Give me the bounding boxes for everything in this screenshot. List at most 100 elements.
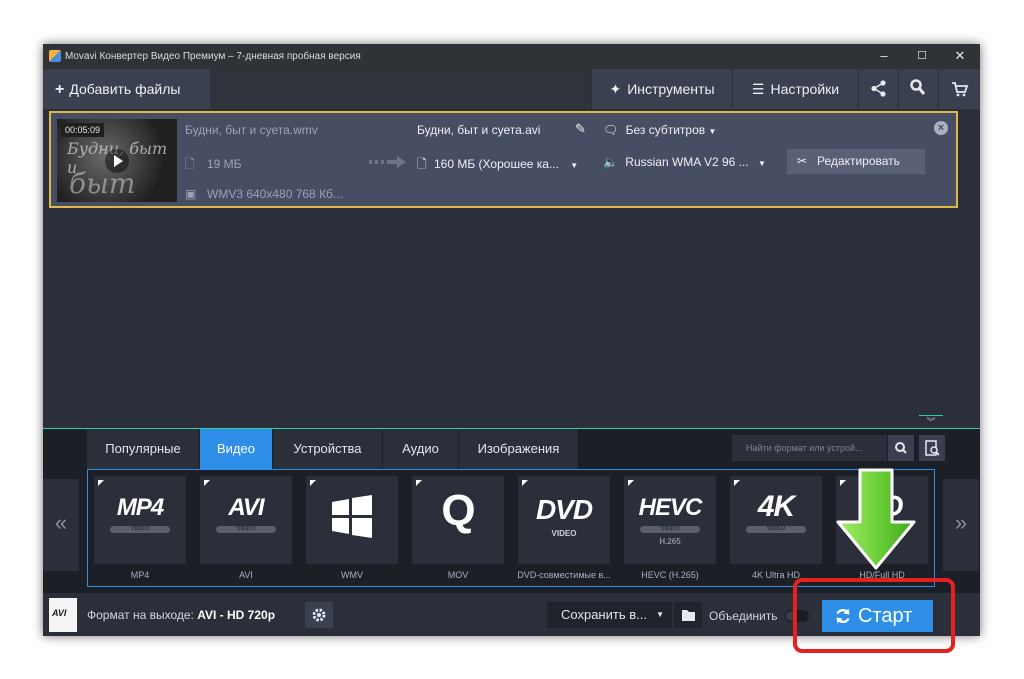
output-filename: Будни, быт и суета.avi bbox=[417, 123, 541, 137]
minimize-button[interactable]: – bbox=[865, 44, 903, 69]
format-tile-mov[interactable]: Q bbox=[412, 476, 504, 564]
play-icon[interactable] bbox=[105, 149, 129, 173]
share-button[interactable] bbox=[858, 69, 898, 109]
open-folder-button[interactable] bbox=[674, 602, 702, 628]
folder-icon bbox=[682, 610, 695, 621]
output-size-dropdown[interactable]: 🗋 160 МБ (Хорошее ка... ▼ bbox=[417, 155, 578, 176]
thumbnail-text-large: быт bbox=[69, 167, 136, 200]
gear-icon bbox=[312, 608, 326, 622]
video-badge: VIDEO bbox=[216, 526, 276, 533]
video-badge: VIDEO bbox=[746, 526, 806, 533]
format-tile-4k[interactable]: 4K VIDEO bbox=[730, 476, 822, 564]
file-icon: 🗋 bbox=[185, 157, 195, 171]
cart-button[interactable] bbox=[938, 69, 980, 109]
scroll-left-icon[interactable]: « bbox=[43, 479, 79, 571]
scroll-right-icon[interactable]: » bbox=[943, 479, 979, 571]
format-tile-dvd[interactable]: DVD VIDEO bbox=[518, 476, 610, 564]
video-thumbnail[interactable]: Будни, быт и быт 00:05:09 bbox=[57, 119, 177, 202]
save-to-label: Сохранить в... bbox=[561, 607, 647, 622]
format-tile-wmv[interactable] bbox=[306, 476, 398, 564]
menu-icon: ☰ bbox=[751, 81, 765, 97]
audio-track-value: Russian WMA V2 96 ... bbox=[625, 155, 749, 169]
cart-icon bbox=[952, 82, 969, 97]
output-size-value: 160 МБ (Хорошее ка... bbox=[434, 157, 559, 171]
format-search-input[interactable]: Найти формат или устрой... bbox=[732, 435, 887, 461]
format-tiles: MP4 VIDEO MP4 AVI VIDEO AVI WMV Q MOV DV… bbox=[87, 469, 935, 587]
output-format-label: Формат на выходе: bbox=[87, 608, 194, 622]
chevron-down-icon: ▼ bbox=[758, 159, 766, 168]
save-to-dropdown[interactable]: Сохранить в... ▼ bbox=[547, 602, 672, 628]
search-button[interactable] bbox=[888, 435, 914, 461]
edit-button[interactable]: ✂ Редактировать bbox=[787, 149, 925, 174]
tab-popular[interactable]: Популярные bbox=[87, 429, 200, 469]
device-search-icon bbox=[925, 440, 940, 456]
corner-marker bbox=[204, 480, 210, 486]
format-label-mov: MOV bbox=[447, 570, 469, 580]
maximize-button[interactable]: ☐ bbox=[903, 44, 941, 69]
audio-track-dropdown[interactable]: 🔈 Russian WMA V2 96 ... ▼ bbox=[603, 155, 766, 169]
corner-marker bbox=[628, 480, 634, 486]
format-label-avi: AVI bbox=[239, 570, 253, 580]
settings-button[interactable]: ☰ Настройки bbox=[732, 69, 858, 109]
search-icon bbox=[895, 442, 907, 454]
app-logo-icon bbox=[49, 50, 61, 62]
title-bar: Movavi Конвертер Видео Премиум – 7-дневн… bbox=[43, 44, 980, 69]
rename-pencil-icon[interactable]: ✎ bbox=[575, 121, 586, 137]
output-format-icon bbox=[49, 598, 77, 632]
tab-video[interactable]: Видео bbox=[200, 429, 273, 469]
arrow-right-icon bbox=[369, 156, 406, 168]
h265-badge: H.265 bbox=[659, 537, 681, 546]
tab-audio[interactable]: Аудио bbox=[383, 429, 459, 469]
format-tile-hevc[interactable]: HEVC VIDEO H.265 bbox=[624, 476, 716, 564]
collapse-panel-icon[interactable]: ︾ bbox=[919, 415, 943, 429]
output-settings-button[interactable] bbox=[305, 602, 333, 628]
output-format: Формат на выходе: AVI - HD 720p bbox=[87, 608, 275, 622]
file-row[interactable]: Будни, быт и быт 00:05:09 Будни, быт и с… bbox=[49, 111, 958, 208]
chevron-down-icon: ▼ bbox=[656, 610, 664, 619]
tools-label: Инструменты bbox=[627, 81, 715, 97]
format-label-hevc: HEVC (H.265) bbox=[641, 570, 699, 580]
add-files-label: Добавить файлы bbox=[69, 81, 181, 97]
video-badge: VIDEO bbox=[640, 526, 700, 533]
film-icon: ▣ bbox=[185, 187, 197, 201]
windows-logo-icon bbox=[332, 495, 372, 538]
edit-label: Редактировать bbox=[817, 154, 900, 168]
wrench-icon bbox=[910, 79, 926, 95]
file-icon: 🗋 bbox=[417, 157, 427, 171]
close-button[interactable]: ✕ bbox=[941, 44, 979, 69]
remove-file-icon[interactable]: × bbox=[934, 121, 948, 135]
subtitles-value: Без субтитров bbox=[625, 123, 706, 137]
duration-badge: 00:05:09 bbox=[61, 123, 105, 137]
format-tile-mp4[interactable]: MP4 VIDEO bbox=[94, 476, 186, 564]
settings-label: Настройки bbox=[770, 81, 840, 97]
mp4-logo: MP4 bbox=[116, 494, 164, 521]
share-icon bbox=[871, 80, 886, 97]
format-label-dvd: DVD-совместимые в... bbox=[517, 570, 611, 580]
green-arrow-annotation bbox=[836, 468, 916, 570]
merge-label: Объединить bbox=[709, 609, 778, 623]
tab-images[interactable]: Изображения bbox=[459, 429, 579, 469]
dvd-logo: DVD bbox=[535, 494, 593, 525]
format-tile-avi[interactable]: AVI VIDEO bbox=[200, 476, 292, 564]
add-files-button[interactable]: + Добавить файлы bbox=[43, 69, 210, 109]
scissors-icon: ✂ bbox=[797, 154, 808, 168]
source-size: 🗋 19 МБ bbox=[185, 155, 242, 176]
speaker-icon: 🔈 bbox=[603, 155, 618, 169]
device-detect-button[interactable] bbox=[919, 435, 945, 461]
avi-logo: AVI bbox=[228, 494, 264, 521]
source-info: ▣ WMV3 640x480 768 Кб... bbox=[185, 187, 343, 201]
tools-button[interactable]: ✦ Инструменты bbox=[591, 69, 732, 109]
chevron-down-icon: ▼ bbox=[570, 161, 579, 170]
source-size-value: 19 МБ bbox=[207, 157, 242, 171]
chevron-down-icon: ▼ bbox=[708, 127, 717, 136]
subtitles-dropdown[interactable]: 🗨 Без субтитров ▼ bbox=[603, 123, 716, 137]
magic-wand-icon: ✦ bbox=[609, 81, 622, 97]
window-title: Movavi Конвертер Видео Премиум – 7-дневн… bbox=[65, 51, 361, 62]
tab-devices[interactable]: Устройства bbox=[273, 429, 383, 469]
format-label-mp4: MP4 bbox=[130, 570, 150, 580]
format-label-wmv: WMV bbox=[341, 570, 363, 580]
wrench-button[interactable] bbox=[898, 69, 938, 109]
video-badge: VIDEO bbox=[110, 526, 170, 533]
corner-marker bbox=[734, 480, 740, 486]
video-badge: VIDEO bbox=[551, 529, 577, 538]
